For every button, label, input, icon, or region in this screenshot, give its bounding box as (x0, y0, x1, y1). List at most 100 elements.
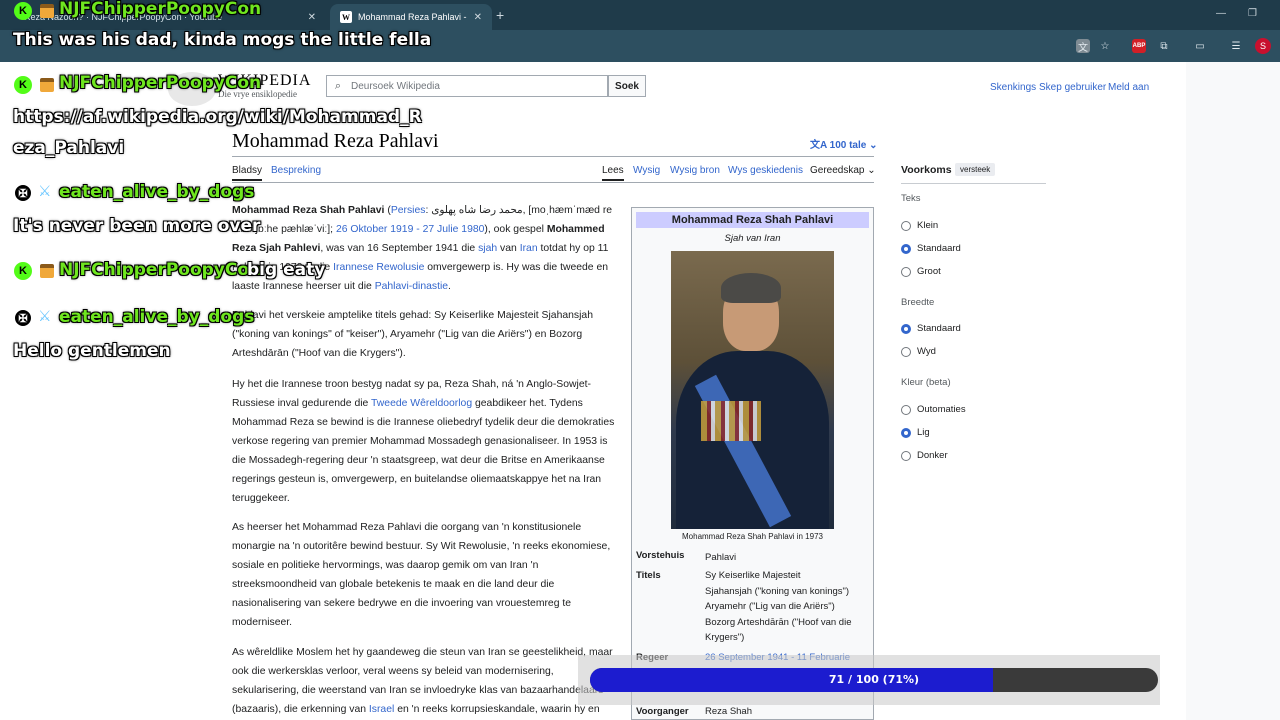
appearance-title: Voorkoms (901, 164, 952, 176)
portrait-medals (701, 401, 761, 441)
chat-username: NJFChipperPoopyCon (59, 260, 262, 280)
radio-icon (901, 220, 911, 231)
divider (901, 183, 1046, 184)
israel-link[interactable]: Israel (369, 704, 394, 715)
article-paragraph-2: Pahlavi het verskeie amptelike titels ge… (232, 310, 593, 359)
revolution-link[interactable]: Irannese Rewolusie (333, 262, 424, 273)
portrait-hair (721, 273, 781, 303)
article-paragraph-1: Mohammad Reza Shah Pahlavi (Persies: محم… (232, 205, 613, 292)
progress-bar: 71 / 100 (71%) (590, 668, 1158, 692)
profile-avatar[interactable]: S (1255, 38, 1271, 54)
tab-edit[interactable]: Wysig (633, 165, 660, 176)
create-account-link[interactable]: Skep gebruiker (1039, 82, 1106, 93)
chat-username: eaten_alive_by_dogs (59, 182, 255, 202)
persian-text: محمد رضا شاه پهلوی (431, 205, 523, 216)
radio-icon (901, 346, 911, 357)
radio-color-light[interactable]: Lig (901, 427, 930, 438)
infobox-title: Mohammad Reza Shah Pahlavi (636, 212, 869, 228)
title-item: Aryamehr ("Lig van die Ariërs") (705, 601, 835, 612)
maximize-icon[interactable]: ❐ (1248, 8, 1257, 19)
text: geabdikeer het. Tydens Mohammad Reza se … (232, 398, 615, 504)
tab-label: Mohammad Reza Pahlavi - Wiki (358, 12, 468, 22)
radio-icon (901, 243, 911, 254)
article-paragraph-5: As wêreldlike Moslem het hy gaandeweg di… (232, 643, 618, 719)
chat-message: This was his dad, kinda mogs the little … (13, 30, 432, 50)
chat-username: NJFChipperPoopyCon (59, 73, 262, 93)
extensions-icon[interactable]: ⧉ (1157, 39, 1171, 53)
divider (232, 182, 874, 183)
page-title: Mohammad Reza Pahlavi (232, 130, 439, 152)
house-value: Pahlavi (705, 552, 737, 563)
search-input[interactable] (349, 79, 603, 93)
radio-color-auto[interactable]: Outomaties (901, 404, 966, 415)
kick-badge-icon: K (14, 76, 32, 94)
predecessor-value: Reza Shah (705, 706, 753, 717)
title-item: Bozorg Arteshdārān ("Hoof van die Kryger… (705, 616, 852, 644)
text: , was van 16 September 1941 die (320, 243, 476, 254)
browser-tab-wikipedia[interactable]: W Mohammad Reza Pahlavi - Wiki ✕ (330, 4, 492, 30)
verified-badge-icon: ✠ (14, 309, 32, 327)
close-icon[interactable]: ✕ (308, 12, 316, 23)
radio-label: Standaard (917, 243, 961, 254)
chat-message: big eaty (247, 260, 326, 280)
hide-button[interactable]: versteek (955, 163, 996, 176)
chat-message: Hello gentlemen (13, 341, 171, 361)
house-label: Vorstehuis (636, 550, 685, 561)
verified-badge-icon: ✠ (14, 184, 32, 202)
adblock-icon[interactable]: ABP (1132, 39, 1146, 53)
dynasty-link[interactable]: Pahlavi-dinastie (375, 281, 448, 292)
reading-mode-icon[interactable]: ▭ (1193, 39, 1207, 53)
radio-icon (901, 450, 911, 461)
radio-width-standard[interactable]: Standaard (901, 323, 961, 334)
tab-edit-source[interactable]: Wysig bron (670, 165, 720, 176)
tab-page[interactable]: Bladsy (232, 165, 263, 181)
login-link[interactable]: Meld aan (1108, 82, 1149, 93)
new-tab-button[interactable]: + (496, 7, 504, 23)
sword-badge-icon: ⚔ (38, 308, 52, 325)
language-count: 100 tale (829, 140, 867, 151)
tools-label: Gereedskap (810, 165, 865, 176)
article-paragraph-3: Hy het die Irannese troon bestyg nadat s… (232, 375, 618, 508)
donate-link[interactable]: Skenkings (990, 82, 1036, 93)
divider (232, 156, 874, 157)
box-badge-icon (40, 78, 54, 92)
tab-read[interactable]: Lees (602, 165, 624, 181)
tools-menu[interactable]: Gereedskap ⌄ (810, 165, 876, 176)
sword-badge-icon: ⚔ (38, 183, 52, 200)
translate-icon[interactable]: 文 (1076, 39, 1090, 54)
titles-value: Sy Keiserlike Majesteit Sjahansjah ("kon… (705, 568, 870, 646)
article-paragraph-4: As heerser het Mohammad Reza Pahlavi die… (232, 522, 611, 628)
radio-label: Outomaties (917, 404, 966, 415)
iran-link[interactable]: Iran (520, 243, 538, 254)
dates-link[interactable]: 26 Oktober 1919 - 27 Julie 1980 (336, 224, 484, 235)
image-caption: Mohammad Reza Shah Pahlavi in 1973 (682, 532, 823, 541)
radio-color-dark[interactable]: Donker (901, 450, 948, 461)
radio-text-standard[interactable]: Standaard (901, 243, 961, 254)
radio-text-small[interactable]: Klein (901, 220, 938, 231)
radio-width-wide[interactable]: Wyd (901, 346, 936, 357)
tab-talk[interactable]: Bespreking (271, 165, 321, 176)
bookmark-star-icon[interactable]: ☆ (1098, 39, 1112, 53)
text: . (448, 281, 451, 292)
titles-label: Titels (636, 570, 661, 581)
radio-label: Klein (917, 220, 939, 231)
radio-text-large[interactable]: Groot (901, 266, 941, 277)
text: van (500, 243, 517, 254)
close-icon[interactable]: ✕ (474, 12, 482, 23)
chat-message: https://af.wikipedia.org/wiki/Mohammad_R (13, 107, 422, 127)
title-item: Sy Keiserlike Majesteit (705, 570, 801, 581)
search-button[interactable]: Soek (608, 75, 646, 97)
portrait-image[interactable] (671, 251, 834, 529)
sidebar-icon[interactable]: ☰ (1229, 39, 1243, 53)
shah-link[interactable]: sjah (478, 243, 497, 254)
page-margin (1186, 62, 1280, 720)
chat-username: eaten_alive_by_dogs (59, 307, 255, 327)
search-box[interactable]: ⌕ (326, 75, 608, 97)
language-button[interactable]: 文A 100 tale ⌄ (810, 136, 878, 151)
ww2-link[interactable]: Tweede Wêreldoorlog (371, 398, 472, 409)
minimize-icon[interactable]: — (1216, 8, 1226, 19)
chat-message-cont: eza_Pahlavi (13, 138, 125, 158)
persian-link[interactable]: Persies (391, 205, 426, 216)
tab-history[interactable]: Wys geskiedenis (728, 165, 803, 176)
width-label: Breedte (901, 297, 935, 308)
